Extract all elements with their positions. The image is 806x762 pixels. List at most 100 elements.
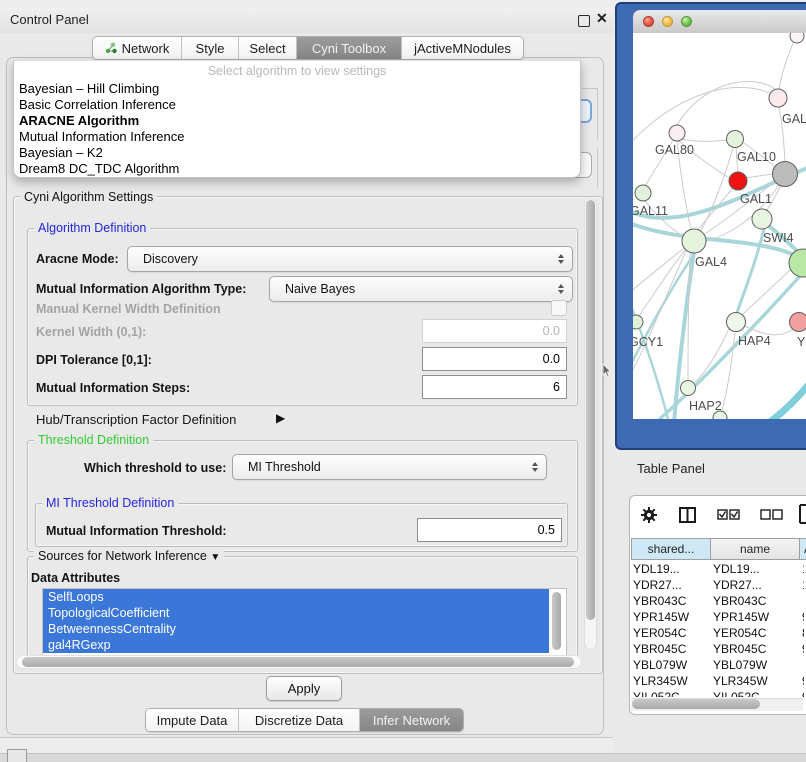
apply-button[interactable]: Apply: [266, 676, 342, 701]
table-row[interactable]: YER054CYER054C8.: [631, 625, 804, 641]
which-threshold-label: Which threshold to use:: [84, 461, 226, 475]
table-cell: 9: [802, 689, 804, 697]
algorithm-option[interactable]: ARACNE Algorithm: [14, 113, 580, 129]
expand-arrow-icon[interactable]: ▶: [276, 411, 285, 425]
table-row[interactable]: YIL052CYIL052C9: [631, 689, 804, 697]
column-header-a[interactable]: A: [800, 538, 806, 560]
bottom-tab-impute-data[interactable]: Impute Data: [146, 709, 238, 731]
screen: Control Panel ✕ NetworkStyleSelectCyni T…: [0, 0, 806, 762]
table-cell: YDR27...: [713, 577, 762, 593]
algorithm-option[interactable]: Dream8 DC_TDC Algorithm: [14, 161, 580, 177]
minimize-traffic-light-icon[interactable]: [662, 16, 673, 27]
hub-definition-label[interactable]: Hub/Transcription Factor Definition: [36, 412, 236, 427]
table-row[interactable]: YBR045CYBR045C9.: [631, 641, 804, 657]
unchecked-pair-icon[interactable]: [760, 509, 784, 521]
table-row[interactable]: YLR345WYLR345W9.: [631, 673, 804, 689]
table-cell: YPR145W: [713, 609, 769, 625]
data-attribute-item[interactable]: gal4RGexp: [43, 637, 549, 653]
which-threshold-combobox[interactable]: MI Threshold: [232, 454, 547, 480]
column-header-name[interactable]: name: [711, 538, 800, 560]
bottom-tab-discretize-data[interactable]: Discretize Data: [238, 709, 359, 731]
float-icon[interactable]: [578, 15, 590, 27]
aracne-mode-label: Aracne Mode:: [36, 252, 119, 266]
table-cell: YBR043C: [633, 593, 686, 609]
table-row[interactable]: YDL19...YDL19...13: [631, 561, 804, 577]
settings-horizontal-scrollbar-thumb[interactable]: [22, 657, 574, 667]
network-edge[interactable]: [745, 383, 806, 419]
table-row[interactable]: YBL079WYBL079W: [631, 657, 804, 673]
gear-icon[interactable]: [640, 506, 658, 524]
split-columns-icon[interactable]: [679, 507, 697, 524]
node-gal80[interactable]: [669, 125, 685, 141]
algorithm-option[interactable]: Mutual Information Inference: [14, 129, 580, 145]
algorithm-option[interactable]: Bayesian – Hill Climbing: [14, 81, 580, 97]
node-gal1[interactable]: [729, 172, 747, 190]
network-edge[interactable]: [688, 253, 690, 380]
table-row[interactable]: YDR27...YDR27...12: [631, 577, 804, 593]
table-row[interactable]: YBR043CYBR043C: [631, 593, 804, 609]
table-cell: YDL19...: [713, 561, 760, 577]
close-traffic-light-icon[interactable]: [643, 16, 654, 27]
tab-style[interactable]: Style: [181, 37, 238, 59]
document-icon[interactable]: [799, 503, 806, 525]
node-swi4[interactable]: [752, 209, 772, 229]
network-canvas[interactable]: GALGAL80GAL10GAL1GAL11SWI4GAL4GCY1HAP4YH…: [633, 33, 806, 419]
network-window-titlebar[interactable]: [633, 10, 806, 34]
aracne-mode-combobox[interactable]: Discovery: [127, 246, 573, 272]
node-top-partial[interactable]: [790, 33, 804, 43]
network-icon: [105, 42, 117, 54]
collapse-arrow-icon[interactable]: ▼: [210, 552, 220, 563]
data-attribute-item[interactable]: BetweennessCentrality: [43, 621, 549, 637]
data-attribute-item[interactable]: TopologicalCoefficient: [43, 605, 549, 621]
tab-select[interactable]: Select: [238, 37, 296, 59]
tab-network[interactable]: Network: [93, 37, 181, 59]
algorithm-option[interactable]: Basic Correlation Inference: [14, 97, 580, 113]
kernel-width-field[interactable]: 0.0: [422, 319, 567, 343]
mi-steps-field[interactable]: 6: [422, 375, 567, 399]
network-edge[interactable]: [633, 248, 684, 293]
table-hscrollbar-thumb[interactable]: [632, 699, 760, 709]
column-header-shared[interactable]: shared...: [631, 538, 711, 560]
sources-group-title[interactable]: Sources for Network Inference ▼: [34, 549, 224, 563]
node-gal4[interactable]: [682, 229, 706, 253]
mi-algorithm-type-combobox[interactable]: Naive Bayes: [269, 276, 573, 302]
attributes-scrollbar[interactable]: [552, 592, 561, 650]
node-salmon-label: Y: [797, 335, 806, 349]
network-edge[interactable]: [722, 332, 735, 411]
network-edge[interactable]: [633, 87, 769, 145]
threshold-definition-title: Threshold Definition: [34, 433, 153, 447]
data-attribute-item[interactable]: SelfLoops: [43, 589, 549, 605]
network-edge[interactable]: [698, 187, 734, 230]
dpi-tolerance-field[interactable]: 0.0: [422, 347, 567, 371]
node-hap2[interactable]: [681, 381, 696, 396]
table-cell: YPR145W: [633, 609, 689, 625]
node-gcy1[interactable]: [633, 315, 643, 329]
node-gal11[interactable]: [635, 185, 651, 201]
network-edge[interactable]: [701, 148, 733, 231]
tab-jactivemnodules[interactable]: jActiveMNodules: [401, 37, 523, 59]
tab-cyni-toolbox[interactable]: Cyni Toolbox: [296, 37, 401, 59]
corner-widget[interactable]: [7, 749, 27, 762]
zoom-traffic-light-icon[interactable]: [681, 16, 692, 27]
manual-kernel-width-checkbox[interactable]: [551, 300, 567, 316]
table-cell: YIL052C: [713, 689, 760, 697]
node-hap4[interactable]: [727, 313, 746, 332]
network-edge[interactable]: [779, 43, 793, 89]
bottom-tab-infer-network[interactable]: Infer Network: [359, 709, 463, 731]
node-gal10[interactable]: [727, 131, 744, 148]
combobox-arrows-icon: [558, 254, 564, 264]
table-row[interactable]: YPR145WYPR145W9.: [631, 609, 804, 625]
node-gal7[interactable]: [769, 89, 787, 107]
algorithm-option[interactable]: Bayesian – K2: [14, 145, 580, 161]
data-attributes-list[interactable]: SelfLoopsTopologicalCoefficientBetweenne…: [42, 588, 567, 656]
node-salmon[interactable]: [790, 313, 806, 332]
settings-vertical-scrollbar-thumb[interactable]: [586, 200, 595, 620]
close-icon[interactable]: ✕: [596, 10, 608, 27]
node-gray[interactable]: [773, 162, 798, 187]
cyni-settings-group-title: Cyni Algorithm Settings: [20, 190, 157, 204]
table-cell: YER054C: [713, 625, 766, 641]
network-edge[interactable]: [746, 174, 773, 178]
network-edge[interactable]: [681, 139, 727, 141]
mi-threshold-field[interactable]: 0.5: [417, 518, 562, 542]
checked-pair-icon[interactable]: [717, 509, 741, 521]
